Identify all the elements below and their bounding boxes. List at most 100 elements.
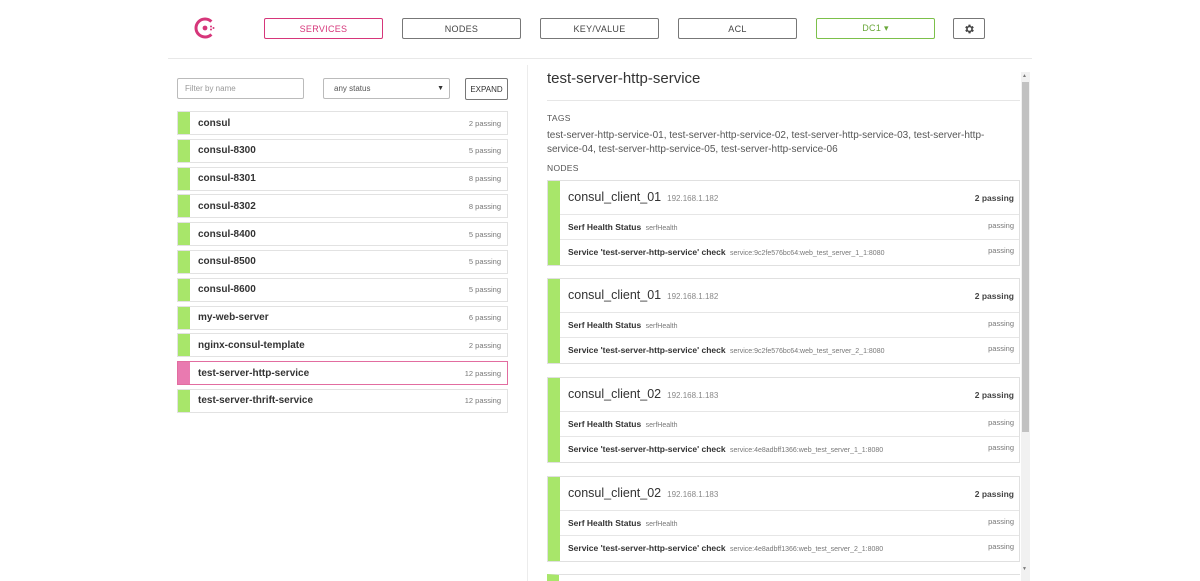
column-divider [527,65,528,581]
status-filter-select[interactable]: any status ▼ [323,78,450,99]
check-name: Service 'test-server-http-service' check [568,345,726,355]
gear-icon [965,24,974,33]
service-status: 5 passing [468,257,501,267]
status-bar [548,477,560,561]
check-row: Serf Health Status serfHealth passing [560,312,1019,337]
consul-logo-icon[interactable] [193,16,217,40]
tags-list: test-server-http-service-01, test-server… [547,130,985,155]
status-bar [178,250,190,273]
service-detail-title: test-server-http-service [547,70,701,87]
nodes-heading: NODES [547,163,579,173]
status-bar [178,195,190,218]
service-status: 5 passing [468,146,501,156]
header-divider [168,58,1032,59]
node-card[interactable]: consul_client_01 192.168.1.182 2 passing … [547,180,1020,266]
service-row-consul-8300[interactable]: consul-8300 5 passing [177,138,508,163]
filter-by-name-input[interactable] [177,78,304,99]
service-status: 8 passing [468,201,501,211]
node-card-partial [547,574,1020,581]
service-name: test-server-http-service [198,367,310,379]
service-status: 12 passing [464,396,501,406]
check-row: Serf Health Status serfHealth passing [560,214,1019,239]
node-address: 192.168.1.182 [667,194,719,203]
check-row: Serf Health Status serfHealth passing [560,510,1019,535]
service-status: 5 passing [468,285,501,295]
expand-button[interactable]: EXPAND [465,78,508,100]
nav-services-button[interactable]: SERVICES [264,18,383,39]
check-name: Serf Health Status [568,518,642,528]
settings-button[interactable] [953,18,985,39]
service-name: my-web-server [198,312,269,324]
check-id: serfHealth [645,225,678,232]
service-name: consul [198,117,231,129]
check-id: serfHealth [645,422,678,429]
status-bar [178,278,190,301]
scroll-down-arrow-icon[interactable]: ▼ [1022,566,1027,572]
node-name[interactable]: consul_client_01 [568,288,661,302]
service-row-consul-8400[interactable]: consul-8400 5 passing [177,222,508,247]
check-status: passing [988,542,1014,551]
service-status: 2 passing [468,340,501,350]
status-bar [178,112,190,134]
node-address: 192.168.1.183 [667,490,719,499]
check-id: serfHealth [645,323,678,330]
check-id: service:9c2fe576bc64:web_test_server_2_1… [729,348,885,355]
service-name: consul-8300 [198,145,256,157]
check-row: Service 'test-server-http-service' check… [560,239,1019,264]
service-row-nginx-consul-template[interactable]: nginx-consul-template 2 passing [177,333,508,358]
service-row-consul-8600[interactable]: consul-8600 5 passing [177,277,508,302]
service-row-test-server-http-service[interactable]: test-server-http-service 12 passing [177,361,508,386]
check-status: passing [988,443,1014,452]
check-status: passing [988,221,1014,230]
check-name: Service 'test-server-http-service' check [568,543,726,553]
service-row-consul-8301[interactable]: consul-8301 8 passing [177,166,508,191]
status-bar [178,167,190,190]
service-row-consul-8302[interactable]: consul-8302 8 passing [177,194,508,219]
status-filter-value: any status [334,84,371,93]
service-row-consul[interactable]: consul 2 passing [177,111,508,135]
status-bar [178,389,190,412]
node-card[interactable]: consul_client_01 192.168.1.182 2 passing … [547,278,1020,364]
check-name: Serf Health Status [568,222,642,232]
service-status: 2 passing [468,118,501,128]
check-status: passing [988,246,1014,255]
status-bar [178,306,190,329]
check-name: Service 'test-server-http-service' check [568,247,726,257]
node-address: 192.168.1.183 [667,391,719,400]
node-status: 2 passing [974,489,1014,499]
check-id: service:4e8adbff1366:web_test_server_1_1… [729,447,884,454]
check-name: Serf Health Status [568,320,642,330]
service-row-my-web-server[interactable]: my-web-server 6 passing [177,305,508,330]
check-name: Serf Health Status [568,419,642,429]
title-divider [547,100,1020,101]
nav-acl-button[interactable]: ACL [678,18,797,39]
service-row-test-server-thrift-service[interactable]: test-server-thrift-service 12 passing [177,388,508,413]
check-status: passing [988,418,1014,427]
node-name[interactable]: consul_client_02 [568,486,661,500]
service-status: 6 passing [468,313,501,323]
node-card[interactable]: consul_client_02 192.168.1.183 2 passing … [547,476,1020,562]
node-card[interactable]: consul_client_02 192.168.1.183 2 passing … [547,377,1020,463]
service-status: 12 passing [464,368,501,378]
service-name: test-server-thrift-service [198,395,314,407]
service-name: consul-8500 [198,256,256,268]
datacenter-dropdown[interactable]: DC1 ▾ [816,18,935,39]
service-row-consul-8500[interactable]: consul-8500 5 passing [177,249,508,274]
service-name: consul-8301 [198,173,256,185]
status-bar [178,334,190,357]
service-name: consul-8600 [198,284,256,296]
services-list: consul 2 passing consul-8300 5 passing con… [177,111,508,417]
node-name[interactable]: consul_client_02 [568,387,661,401]
node-name[interactable]: consul_client_01 [568,190,661,204]
node-address: 192.168.1.182 [667,292,719,301]
status-bar [548,378,560,462]
dropdown-arrow-icon: ▼ [437,85,444,92]
status-bar [178,223,190,246]
nav-keyvalue-button[interactable]: KEY/VALUE [540,18,659,39]
check-row: Service 'test-server-http-service' check… [560,337,1019,362]
nav-nodes-button[interactable]: NODES [402,18,521,39]
detail-scrollbar-thumb[interactable] [1022,82,1029,432]
scroll-up-arrow-icon[interactable]: ▲ [1022,73,1027,79]
service-name: nginx-consul-template [198,339,305,351]
check-status: passing [988,319,1014,328]
